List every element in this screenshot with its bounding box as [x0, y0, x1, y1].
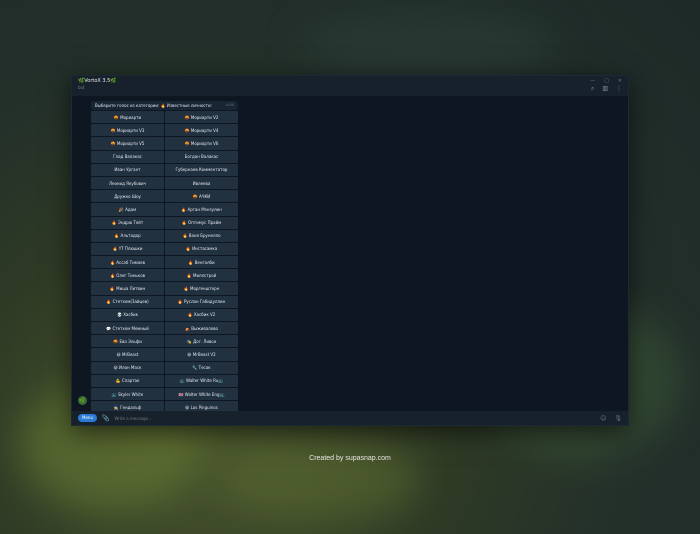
keyboard-button[interactable]: Губернаев Комментатор [165, 163, 238, 176]
chat-title: 🌿VortoX 3.5🌿 [78, 78, 117, 84]
keyboard-button[interactable]: 🤬 Мориарти V2 [165, 111, 238, 124]
message-text: Выберите голос из категории: 🔥 Известные… [95, 103, 212, 108]
keyboard-button[interactable]: 🔥 Венгалби [165, 256, 238, 269]
bot-message: Выберите голос из категории: 🔥 Известные… [91, 101, 238, 110]
inline-keyboard: 🤬 Мориарти 🤬 Мориарти V2 🤬 Мориарти V3 🤬 Мо… [91, 111, 238, 414]
chat-area: Выберите голос из категории: 🔥 Известные… [72, 96, 628, 414]
close-icon[interactable]: ✕ [618, 78, 622, 84]
keyboard-button[interactable]: 🔥 Руслан Габидуллин [165, 295, 238, 308]
keyboard-button[interactable]: Ивлеева [165, 176, 238, 190]
chat-header[interactable]: 🌿VortoX 3.5🌿 bot [78, 78, 117, 91]
credit-text: Created by supasnap.com [309, 455, 391, 462]
minimize-icon[interactable]: — [590, 78, 595, 84]
keyboard-button[interactable]: 🔥 Олег Тиньков [91, 269, 164, 282]
keyboard-button[interactable]: 🔥 Эндрю Тейт [91, 216, 164, 229]
more-icon[interactable]: ⋮ [616, 85, 622, 93]
keyboard-button[interactable]: 🔥 Инстасамка [165, 242, 238, 256]
keyboard-button[interactable]: 🎭 Дог. Ливси [165, 335, 238, 348]
keyboard-button[interactable]: 🔥 Ассаб Тимаев [91, 256, 164, 269]
attach-icon[interactable]: 📎 [102, 415, 109, 422]
keyboard-button[interactable]: 🤬 АЧКИ [165, 190, 238, 203]
keyboard-button[interactable]: Богдан Валакас [165, 150, 238, 163]
keyboard-button[interactable]: 🤬 Ева Эльфи [91, 335, 164, 348]
keyboard-button[interactable]: Глад Валакас [91, 150, 164, 163]
keyboard-button[interactable]: Леонид Якубович [91, 176, 164, 190]
keyboard-button[interactable]: 🔥 Стетхем(Зайцев) [91, 295, 164, 308]
keyboard-button[interactable]: 📺 Skyler White [91, 387, 164, 401]
chat-subtitle: bot [78, 85, 85, 90]
maximize-icon[interactable]: ▢ [604, 78, 609, 84]
chat-toolbar: ⌕ ▥ ⋮ [591, 85, 622, 93]
keyboard-button[interactable]: 💬 Стетхем Мемный [91, 322, 164, 335]
keyboard-button[interactable]: 💪 Спартак [91, 374, 164, 387]
keyboard-button[interactable]: 😀 MrBeast [91, 348, 164, 361]
keyboard-button[interactable]: 🔥 Альтадор [91, 229, 164, 242]
window-controls: — ▢ ✕ [590, 78, 622, 84]
keyboard-button[interactable]: 🤬 Мориарти V4 [165, 124, 238, 137]
keyboard-button[interactable]: 🤬 Мориарти V5 [91, 137, 164, 150]
telegram-window: 🌿VortoX 3.5🌿 bot — ▢ ✕ ⌕ ▥ ⋮ Выберите го… [71, 75, 629, 426]
bot-avatar[interactable]: 🌿 [78, 396, 87, 405]
search-icon[interactable]: ⌕ [591, 85, 594, 93]
keyboard-button[interactable]: Иван Ургант [91, 163, 164, 176]
keyboard-button[interactable]: 🔥 Ваня Брунелло [165, 229, 238, 242]
keyboard-button[interactable]: 🤬 Мориарти V6 [165, 137, 238, 150]
keyboard-button[interactable]: 🔧 Тесак [165, 361, 238, 374]
keyboard-button[interactable]: ⛺ Выживалово [165, 322, 238, 335]
keyboard-button[interactable]: 🔥 Миллстрой [165, 269, 238, 282]
background-blob [220, 440, 420, 520]
message-input[interactable] [114, 415, 596, 421]
keyboard-button[interactable]: 📺 Walter White Ru📺 [165, 374, 238, 387]
message-time: 0:00 [226, 103, 234, 107]
keyboard-button[interactable]: 🇬🇧 Walter White Eng📺 [165, 387, 238, 401]
background-blob [300, 10, 560, 80]
keyboard-button[interactable]: 🎉 Адам [91, 203, 164, 216]
message-input-bar: Menu 📎 ☺ 🎙 [72, 411, 628, 425]
keyboard-button[interactable]: 🤬 Мориарти [91, 111, 164, 124]
keyboard-button[interactable]: 🤬 Мориарти V3 [91, 124, 164, 137]
keyboard-button[interactable]: 😀 MrBeast V2 [165, 348, 238, 361]
keyboard-button[interactable]: 😀 Илон Маск [91, 361, 164, 374]
keyboard-button[interactable]: Дружко Шоу [91, 190, 164, 203]
menu-button[interactable]: Menu [78, 414, 97, 422]
emoji-icon[interactable]: ☺ [600, 415, 606, 422]
microphone-icon[interactable]: 🎙 [614, 415, 622, 422]
keyboard-button[interactable]: 💀 Хасбик [91, 308, 164, 321]
keyboard-button[interactable]: 🔥 YT Плюшки [91, 242, 164, 256]
keyboard-button[interactable]: 🔥 Арган Мэнзулин [165, 203, 238, 216]
title-bar: 🌿VortoX 3.5🌿 bot — ▢ ✕ [72, 76, 628, 96]
keyboard-button[interactable]: 🔥 Моргенштерн [165, 282, 238, 295]
keyboard-button[interactable]: 🔥 Хасбик V2 [165, 308, 238, 321]
keyboard-button[interactable]: 🔥 Оптимус Прайм [165, 216, 238, 229]
input-icons: ☺ 🎙 [600, 415, 622, 422]
keyboard-button[interactable]: 🔥 Миша Литвин [91, 282, 164, 295]
sidebar-icon[interactable]: ▥ [602, 85, 608, 93]
